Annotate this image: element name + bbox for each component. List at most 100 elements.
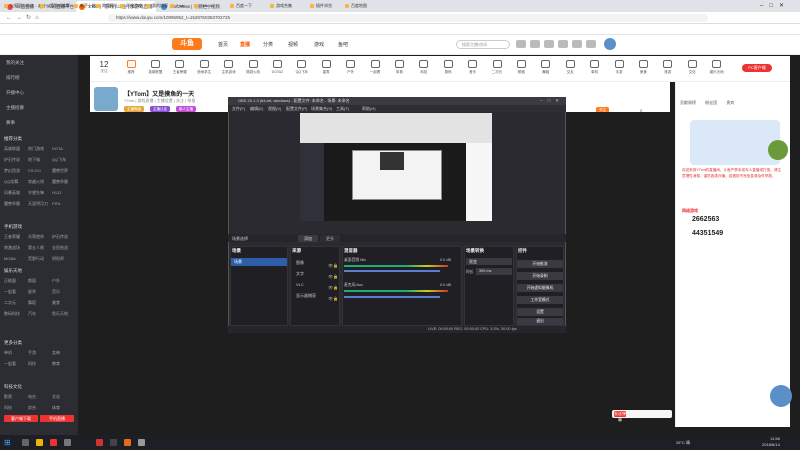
chat-tab[interactable]: 贵宾	[726, 100, 734, 105]
sidebar-item-center[interactable]: 开播中心	[6, 90, 24, 96]
sidebar-category-link[interactable]: 美食	[52, 300, 60, 306]
sidebar-category-link[interactable]: 颜值	[28, 278, 36, 284]
download-icon[interactable]	[558, 40, 568, 48]
studio-mode-button[interactable]: 工作室模式	[517, 296, 563, 304]
sidebar-category-link[interactable]: 正能量	[4, 278, 16, 284]
message-icon[interactable]	[544, 40, 554, 48]
app-icon[interactable]	[96, 439, 103, 446]
explorer-icon[interactable]	[36, 439, 43, 446]
category-item[interactable]: 颜值	[512, 60, 530, 75]
category-item[interactable]: 户外	[342, 60, 360, 75]
category-item[interactable]: 推荐	[122, 60, 140, 75]
obs-menu-item[interactable]: 工具(T)	[336, 106, 349, 112]
site-logo[interactable]: 斗鱼	[172, 38, 202, 50]
category-item[interactable]: QQ飞车	[293, 60, 311, 75]
search-input[interactable]: 搜索主播/房间	[456, 40, 510, 49]
bookmark-item[interactable]: 百度一下	[230, 2, 252, 9]
follow-icon[interactable]	[530, 40, 540, 48]
sidebar-category-link[interactable]: 一起看	[4, 289, 16, 295]
sidebar-category-link[interactable]: 一起看	[4, 361, 16, 367]
source-item[interactable]: VLC	[296, 282, 304, 287]
app-icon[interactable]	[50, 439, 57, 446]
nav-video[interactable]: 视频	[288, 41, 298, 48]
category-item[interactable]: 手游	[610, 60, 628, 75]
volume-slider[interactable]	[344, 296, 440, 298]
category-item[interactable]: 主机游戏	[220, 60, 238, 75]
app-icon[interactable]	[110, 439, 117, 446]
streamer-avatar[interactable]	[94, 87, 118, 111]
category-item[interactable]: 二次元	[488, 60, 506, 75]
gift-button[interactable]: 发送弹幕	[614, 411, 626, 422]
bookmark-item[interactable]: 新手上路	[74, 2, 96, 9]
obs-window-controls[interactable]: –□✕	[540, 98, 564, 104]
sidebar-category-link[interactable]: 教育	[52, 361, 60, 367]
nav-home[interactable]: 首页	[218, 41, 228, 48]
category-item[interactable]: 文化	[683, 60, 701, 75]
bookmark-item[interactable]: 插件浏览	[310, 2, 332, 9]
source-item[interactable]: 文字	[296, 271, 304, 277]
settings-button[interactable]: 设置	[517, 308, 563, 316]
history-icon[interactable]	[516, 40, 526, 48]
category-item[interactable]: 单机	[586, 60, 604, 75]
sidebar-item-match[interactable]: 赛事	[6, 120, 15, 126]
volume-slider[interactable]	[344, 270, 440, 272]
bookmark-item[interactable]: 百度地图	[345, 2, 367, 9]
bookmark-item[interactable]: 常用网址	[96, 2, 118, 9]
obs-menu-item[interactable]: 视图(V)	[268, 106, 281, 112]
search-icon[interactable]	[22, 439, 29, 446]
browser-tab[interactable]: BBCMuss | 导航栏 | 视频	[158, 1, 228, 12]
task-icon[interactable]	[586, 40, 596, 48]
sidebar-category-link[interactable]: 魔兽争霸	[52, 179, 68, 185]
sidebar-category-link[interactable]: 科技	[28, 361, 36, 367]
sidebar-category-link[interactable]: 地下城	[28, 157, 40, 163]
sidebar-category-link[interactable]: 二次元	[4, 300, 16, 306]
sidebar-category-link[interactable]: DOTA	[52, 146, 63, 151]
sidebar-category-link[interactable]: 舞蹈	[28, 300, 36, 306]
pc-client-button[interactable]: PC客户端	[742, 64, 772, 72]
sidebar-category-link[interactable]: 音乐	[52, 289, 60, 295]
obs-menu-item[interactable]: 编辑(E)	[250, 106, 263, 112]
sidebar-category-link[interactable]: 英雄联盟	[4, 146, 20, 152]
obs-menu-item[interactable]: 配置文件(P)	[286, 106, 307, 112]
bookmark-item[interactable]: 游戏合集	[270, 2, 292, 9]
category-item[interactable]: 科技	[415, 60, 433, 75]
category-item[interactable]: DOTA2	[268, 60, 286, 74]
start-recording-button[interactable]: 开始录制	[517, 272, 563, 280]
download-client-button[interactable]: 客户端下载	[4, 415, 38, 422]
category-item[interactable]: 美食	[634, 60, 652, 75]
sidebar-item-follow[interactable]: 我的关注	[6, 60, 24, 66]
sidebar-category-link[interactable]: 刺激战场	[4, 245, 20, 251]
sidebar-category-link[interactable]: H1Z1	[52, 190, 62, 195]
sidebar-category-link[interactable]: 魔兽世界	[52, 168, 68, 174]
bookmark-item[interactable]: 我的博客	[146, 2, 168, 9]
sidebar-item-rank[interactable]: 排行榜	[6, 75, 20, 81]
chat-tab[interactable]: 贡献周榜	[680, 100, 696, 105]
nav-live[interactable]: 直播	[240, 41, 250, 48]
sidebar-category-link[interactable]: 王者荣耀	[4, 234, 20, 240]
category-item[interactable]: 舞蹈	[537, 60, 555, 75]
source-item[interactable]: 显示器捕获	[296, 293, 316, 299]
chat-tabs[interactable]: 贡献周榜 粉丝团 贵宾	[680, 100, 734, 106]
bookmark-item[interactable]: 7.win...	[170, 2, 189, 9]
category-item[interactable]: 英雄联盟	[146, 60, 164, 75]
duration-input[interactable]: 300 ms	[476, 268, 512, 275]
nav-category[interactable]: 分类	[263, 41, 273, 48]
sidebar-category-link[interactable]: QQ飞车	[52, 157, 66, 163]
firefox-icon[interactable]	[124, 439, 131, 446]
obs-tab-add[interactable]: 添加	[298, 235, 318, 242]
obs-menu-item[interactable]: 帮助(H)	[362, 106, 376, 112]
nav-game[interactable]: 游戏	[314, 41, 324, 48]
bookmark-item[interactable]: 网络游戏	[120, 2, 142, 9]
obs-icon[interactable]	[138, 439, 145, 446]
sidebar-category-link[interactable]: 炉石传说	[52, 234, 68, 240]
sidebar-category-link[interactable]: QQ炫舞	[4, 179, 18, 185]
source-visibility-icons[interactable]: 👁🔒 👁🔒 👁🔒 👁🔒	[328, 260, 338, 304]
sidebar-category-link[interactable]: 体育	[52, 405, 60, 411]
sidebar-category-link[interactable]: 热门游戏	[28, 146, 44, 152]
sidebar-category-link[interactable]: 科技	[4, 405, 12, 411]
sidebar-category-link[interactable]: 阴阳师	[52, 256, 64, 262]
category-item[interactable]: 星秀	[317, 60, 335, 75]
sidebar-category-link[interactable]: 女神	[52, 350, 60, 356]
sidebar-category-link[interactable]: 鱼乐天地	[52, 311, 68, 317]
sidebar-category-link[interactable]: 梦幻西游	[4, 168, 20, 174]
